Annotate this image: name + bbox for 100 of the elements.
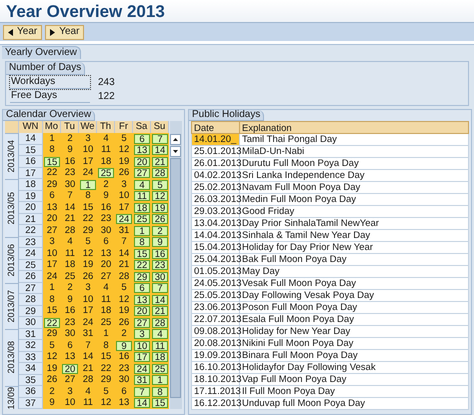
day-cell[interactable]: 8 bbox=[98, 340, 114, 351]
day-cell[interactable]: 26 bbox=[44, 375, 60, 386]
day-cell[interactable]: 29 bbox=[134, 272, 150, 282]
day-cell[interactable]: 27 bbox=[98, 272, 114, 282]
day-cell[interactable]: 2 bbox=[44, 386, 60, 397]
day-cell[interactable]: 28 bbox=[152, 318, 168, 328]
day-cell[interactable]: 9 bbox=[62, 294, 78, 305]
day-cell[interactable]: 30 bbox=[152, 272, 168, 282]
day-cell[interactable]: 12 bbox=[116, 294, 132, 305]
day-cell[interactable]: 3 bbox=[80, 283, 96, 294]
day-cell[interactable]: 24 bbox=[44, 272, 60, 282]
day-cell[interactable]: 13 bbox=[116, 398, 132, 408]
day-cell[interactable]: 18 bbox=[98, 306, 114, 316]
day-cell[interactable]: 3 bbox=[80, 134, 96, 144]
day-cell[interactable]: 14 bbox=[152, 145, 168, 156]
day-cell[interactable]: 19 bbox=[80, 260, 96, 270]
day-cell[interactable]: 8 bbox=[134, 237, 150, 248]
day-cell[interactable]: 8 bbox=[80, 191, 96, 202]
day-cell[interactable]: 9 bbox=[152, 237, 168, 248]
day-cell[interactable]: 6 bbox=[44, 191, 60, 202]
day-cell[interactable]: 15 bbox=[44, 156, 60, 167]
day-cell[interactable]: 18 bbox=[98, 156, 114, 167]
day-cell[interactable]: 3 bbox=[44, 237, 60, 248]
day-cell[interactable]: 8 bbox=[152, 386, 168, 397]
day-cell[interactable]: 26 bbox=[152, 214, 168, 224]
day-cell[interactable]: 30 bbox=[62, 329, 78, 340]
day-cell[interactable]: 16 bbox=[62, 156, 78, 167]
day-cell[interactable]: 17 bbox=[134, 352, 150, 362]
day-cell[interactable]: 10 bbox=[80, 294, 96, 305]
day-cell[interactable]: 20 bbox=[134, 306, 150, 316]
day-cell[interactable]: 22 bbox=[80, 214, 96, 224]
year-button[interactable]: Year bbox=[3, 24, 42, 40]
day-cell[interactable]: 17 bbox=[116, 202, 132, 213]
day-cell[interactable]: 7 bbox=[152, 283, 168, 294]
day-cell[interactable]: 14 bbox=[152, 294, 168, 305]
day-cell[interactable]: 2 bbox=[116, 329, 132, 340]
day-cell[interactable]: 11 bbox=[62, 248, 78, 259]
day-cell[interactable]: 4 bbox=[152, 329, 168, 340]
day-cell[interactable]: 25 bbox=[98, 318, 114, 328]
day-cell[interactable]: 3 bbox=[116, 180, 132, 190]
day-cell[interactable]: 4 bbox=[98, 283, 114, 294]
day-cell[interactable]: 20 bbox=[98, 260, 114, 270]
day-cell[interactable]: 16 bbox=[98, 202, 114, 213]
day-cell[interactable]: 4 bbox=[62, 237, 78, 248]
day-cell[interactable]: 15 bbox=[152, 398, 168, 408]
day-cell[interactable]: 10 bbox=[62, 398, 78, 408]
day-cell[interactable]: 20 bbox=[134, 156, 150, 167]
day-cell[interactable]: 23 bbox=[116, 364, 132, 374]
day-cell[interactable]: 5 bbox=[116, 134, 132, 144]
day-cell[interactable]: 11 bbox=[152, 340, 168, 351]
day-cell[interactable]: 22 bbox=[44, 168, 60, 178]
day-cell[interactable]: 25 bbox=[98, 168, 114, 178]
day-cell[interactable]: 31 bbox=[116, 226, 132, 236]
day-cell[interactable]: 18 bbox=[62, 260, 78, 270]
day-cell[interactable]: 26 bbox=[80, 272, 96, 282]
day-cell[interactable]: 21 bbox=[116, 260, 132, 270]
day-cell[interactable]: 12 bbox=[80, 248, 96, 259]
day-cell[interactable]: 8 bbox=[44, 145, 60, 156]
day-cell[interactable]: 23 bbox=[62, 318, 78, 328]
day-cell[interactable]: 14 bbox=[80, 352, 96, 362]
day-cell[interactable]: 16 bbox=[62, 306, 78, 316]
day-cell[interactable]: 10 bbox=[116, 191, 132, 202]
day-cell[interactable]: 12 bbox=[44, 352, 60, 362]
day-cell[interactable]: 18 bbox=[134, 202, 150, 213]
day-cell[interactable]: 10 bbox=[134, 340, 150, 351]
day-cell[interactable]: 13 bbox=[134, 294, 150, 305]
day-cell[interactable]: 26 bbox=[116, 318, 132, 328]
day-cell[interactable]: 9 bbox=[62, 145, 78, 156]
day-cell[interactable]: 19 bbox=[152, 202, 168, 213]
day-cell[interactable]: 19 bbox=[116, 306, 132, 316]
day-cell[interactable]: 13 bbox=[44, 202, 60, 213]
day-cell[interactable]: 22 bbox=[98, 364, 114, 374]
day-cell[interactable]: 29 bbox=[44, 180, 60, 190]
day-cell[interactable]: 14 bbox=[116, 248, 132, 259]
day-cell[interactable]: 19 bbox=[44, 364, 60, 374]
day-cell[interactable]: 29 bbox=[80, 226, 96, 236]
day-cell[interactable]: 28 bbox=[116, 272, 132, 282]
day-cell[interactable]: 5 bbox=[98, 386, 114, 397]
day-cell[interactable]: 30 bbox=[98, 226, 114, 236]
day-cell[interactable]: 17 bbox=[80, 306, 96, 316]
day-cell[interactable]: 6 bbox=[134, 134, 150, 144]
day-cell[interactable]: 10 bbox=[44, 248, 60, 259]
day-cell[interactable]: 7 bbox=[62, 191, 78, 202]
day-cell[interactable]: 1 bbox=[44, 283, 60, 294]
day-cell[interactable]: 6 bbox=[116, 386, 132, 397]
day-cell[interactable]: 2 bbox=[62, 134, 78, 144]
day-cell[interactable]: 23 bbox=[62, 168, 78, 178]
day-cell[interactable]: 21 bbox=[62, 214, 78, 224]
day-cell[interactable]: 12 bbox=[98, 398, 114, 408]
day-cell[interactable]: 1 bbox=[98, 329, 114, 340]
day-cell[interactable]: 24 bbox=[134, 364, 150, 374]
day-cell[interactable]: 28 bbox=[62, 226, 78, 236]
day-cell[interactable]: 3 bbox=[134, 329, 150, 340]
day-cell[interactable]: 7 bbox=[134, 386, 150, 397]
day-cell[interactable]: 29 bbox=[98, 375, 114, 386]
day-cell[interactable]: 15 bbox=[134, 248, 150, 259]
day-cell[interactable]: 26 bbox=[116, 168, 132, 178]
day-cell[interactable]: 20 bbox=[62, 364, 78, 374]
day-cell[interactable]: 9 bbox=[44, 398, 60, 408]
day-cell[interactable]: 11 bbox=[134, 191, 150, 202]
